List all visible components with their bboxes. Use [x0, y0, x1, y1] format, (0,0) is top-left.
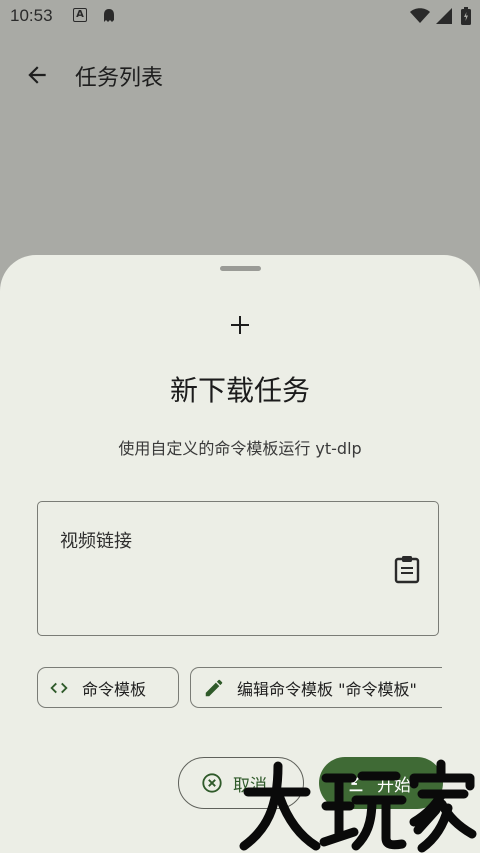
clipboard-paste-icon[interactable]: [394, 554, 420, 584]
watermark-logo: [239, 759, 477, 853]
drag-handle[interactable]: [220, 266, 261, 271]
battery-icon: [461, 7, 471, 25]
pencil-icon: [205, 679, 223, 696]
video-url-label: 视频链接: [60, 531, 132, 552]
edit-command-template-chip-label: 编辑命令模板 "命令模板": [237, 679, 417, 699]
arrow-back-icon[interactable]: [24, 62, 50, 88]
plus-icon: [231, 316, 249, 334]
command-template-chip[interactable]: 命令模板: [37, 667, 179, 708]
wifi-icon: [410, 8, 430, 23]
video-url-field[interactable]: 视频链接: [37, 501, 439, 636]
app-bar: 任务列表: [0, 34, 480, 118]
signal-icon: [436, 8, 452, 24]
code-icon: [50, 682, 68, 693]
edit-command-template-chip[interactable]: 编辑命令模板 "命令模板": [190, 667, 442, 708]
command-template-chip-label: 命令模板: [82, 679, 147, 699]
a-notification-icon: A: [73, 8, 87, 22]
sheet-title: 新下载任务: [169, 374, 310, 407]
app-title: 任务列表: [75, 66, 164, 91]
sheet-subtitle: 使用自定义的命令模板运行 yt-dlp: [118, 439, 362, 458]
ghost-notification-icon: [104, 9, 114, 22]
cancel-circle-icon: [202, 773, 222, 793]
status-bar: 10:53 A: [0, 0, 480, 34]
status-time: 10:53: [10, 6, 53, 25]
